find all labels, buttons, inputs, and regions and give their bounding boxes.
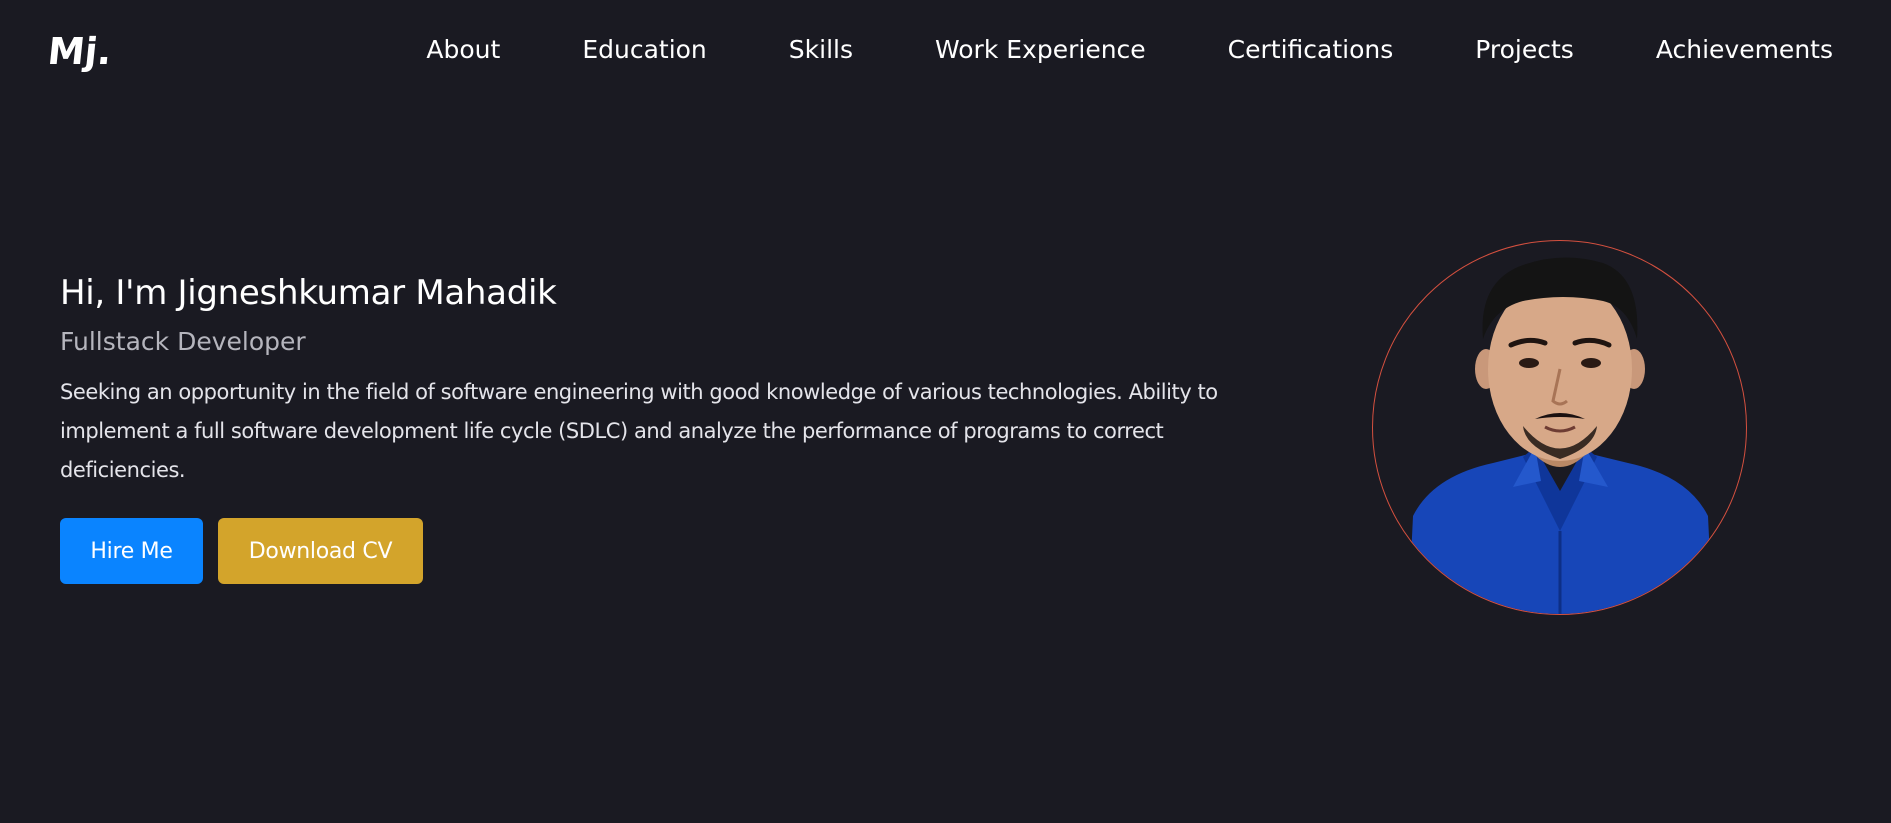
hero-role: Fullstack Developer — [60, 327, 306, 356]
hero-greeting: Hi, I'm Jigneshkumar Mahadik — [60, 273, 557, 313]
hero-summary: Seeking an opportunity in the field of s… — [60, 380, 1218, 482]
nav-link-certifications[interactable]: Certifications — [1228, 35, 1394, 64]
hero-buttons: Hire Me Download CV — [60, 518, 1220, 584]
nav-link-education[interactable]: Education — [582, 35, 706, 64]
nav-link-skills[interactable]: Skills — [789, 35, 853, 64]
nav-link-work-experience[interactable]: Work Experience — [935, 35, 1146, 64]
navbar: Mj. About Education Skills Work Experien… — [0, 0, 1891, 104]
site-logo[interactable]: Mj. — [46, 30, 114, 73]
profile-photo-illustration — [1408, 257, 1713, 614]
nav-link-achievements[interactable]: Achievements — [1656, 35, 1833, 64]
hero-section: Hi, I'm Jigneshkumar Mahadik Fullstack D… — [60, 268, 1220, 584]
profile-photo — [1372, 240, 1747, 615]
nav-link-about[interactable]: About — [426, 35, 500, 64]
nav-link-projects[interactable]: Projects — [1475, 35, 1574, 64]
nav-menu: About Education Skills Work Experience C… — [426, 35, 1833, 64]
hire-me-button[interactable]: Hire Me — [60, 518, 203, 584]
download-cv-button[interactable]: Download CV — [218, 518, 423, 584]
